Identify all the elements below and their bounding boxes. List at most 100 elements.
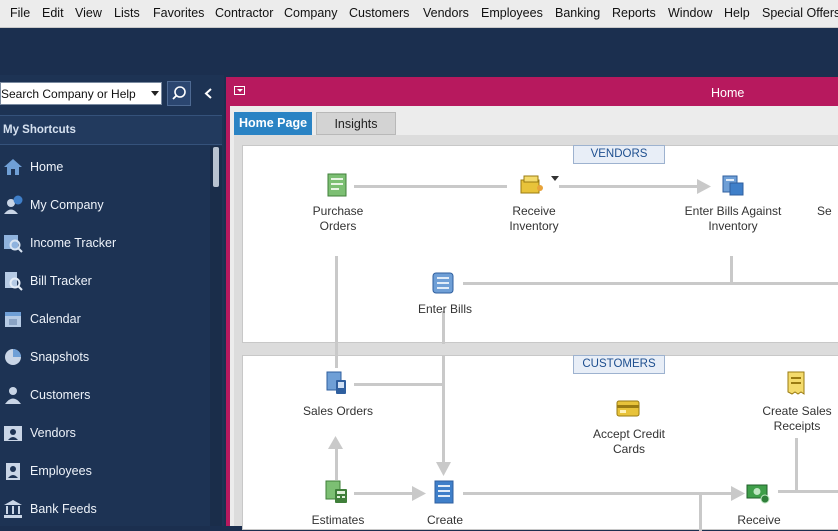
tab-strip: Home Page Insights VENDORS Purchase Orde… xyxy=(230,106,838,531)
shortcut-label: My Company xyxy=(30,198,104,212)
my-shortcuts-label: My Shortcuts xyxy=(3,124,76,136)
dropdown-arrow-icon[interactable] xyxy=(551,176,559,181)
flow-arrow xyxy=(730,256,733,284)
credit-card-icon[interactable] xyxy=(616,396,640,420)
shortcut-label: Employees xyxy=(30,464,92,478)
flow-arrow xyxy=(463,282,838,285)
menu-reports[interactable]: Reports xyxy=(612,6,656,20)
shortcut-label: Income Tracker xyxy=(30,236,117,250)
shortcut-label: Vendors xyxy=(30,426,76,440)
accept-credit-cards-label[interactable]: Accept Credit Cards xyxy=(579,427,679,457)
shortcut-label: Snapshots xyxy=(30,350,90,364)
menu-employees[interactable]: Employees xyxy=(481,6,543,20)
person-icon xyxy=(5,387,21,404)
receive-inventory-icon[interactable] xyxy=(520,173,544,197)
menu-help[interactable]: Help xyxy=(724,6,750,20)
search-icon xyxy=(172,86,186,100)
menu-edit[interactable]: Edit xyxy=(42,6,64,20)
arrow-head-icon xyxy=(731,486,745,501)
create-sales-receipts-label[interactable]: Create Sales Receipts xyxy=(753,404,838,434)
shortcut-bank-feeds[interactable]: Bank Feeds xyxy=(0,489,210,527)
pie-chart-icon xyxy=(5,349,21,365)
flow-arrow xyxy=(354,383,444,386)
flow-arrow xyxy=(699,493,702,531)
calendar-icon xyxy=(5,312,21,327)
vendors-panel: VENDORS Purchase Orders Receive Inventor… xyxy=(242,145,838,344)
vendors-header: VENDORS xyxy=(573,145,665,164)
menu-view[interactable]: View xyxy=(75,6,102,20)
sales-receipt-icon[interactable] xyxy=(784,371,808,395)
collapse-sidebar-button[interactable] xyxy=(198,81,220,106)
icon-bar-area xyxy=(0,28,838,75)
chevron-left-icon xyxy=(204,88,212,99)
flow-arrow xyxy=(559,185,699,188)
arrow-head-icon xyxy=(436,462,451,476)
menu-favorites[interactable]: Favorites xyxy=(153,6,204,20)
shortcut-customers[interactable]: Customers xyxy=(0,375,210,413)
sales-orders-icon[interactable] xyxy=(325,371,349,395)
receive-inventory-label[interactable]: Receive Inventory xyxy=(489,204,579,234)
shortcut-snapshots[interactable]: Snapshots xyxy=(0,337,210,375)
menu-lists[interactable]: Lists xyxy=(114,6,140,20)
flow-arrow xyxy=(778,490,838,493)
purchase-orders-label[interactable]: Purchase Orders xyxy=(295,204,381,234)
sidebar-scrollbar[interactable] xyxy=(210,146,222,526)
enter-bills-label[interactable]: Enter Bills xyxy=(403,302,487,317)
window-title: Home xyxy=(711,86,745,100)
home-icon xyxy=(4,159,22,175)
flow-arrow xyxy=(335,444,338,480)
enter-bills-against-inventory-icon[interactable] xyxy=(720,173,744,197)
customers-panel: CUSTOMERS Sales Orders Accept Credit Car… xyxy=(242,256,838,531)
arrow-head-icon xyxy=(328,436,343,449)
shortcut-label: Calendar xyxy=(30,312,81,326)
estimates-icon[interactable] xyxy=(325,480,349,504)
enter-bills-against-inventory-label[interactable]: Enter Bills Against Inventory xyxy=(683,204,783,234)
window-menu-icon[interactable] xyxy=(234,86,245,95)
arrow-head-icon xyxy=(412,486,426,501)
menu-banking[interactable]: Banking xyxy=(555,6,600,20)
flow-arrow xyxy=(442,356,445,464)
shortcut-vendors[interactable]: Vendors xyxy=(0,413,210,451)
shortcut-income-tracker[interactable]: Income Tracker xyxy=(0,223,210,261)
search-box[interactable] xyxy=(0,82,162,105)
menu-contractor[interactable]: Contractor xyxy=(215,6,273,20)
truncated-vendor-label[interactable]: Se xyxy=(817,204,838,219)
menu-customers[interactable]: Customers xyxy=(349,6,409,20)
sidebar-scroll-thumb[interactable] xyxy=(213,147,219,187)
flow-arrow xyxy=(354,492,414,495)
search-input[interactable] xyxy=(1,83,141,103)
enter-bills-icon[interactable] xyxy=(431,271,455,295)
sales-orders-label[interactable]: Sales Orders xyxy=(295,404,381,419)
purchase-orders-icon[interactable] xyxy=(325,173,349,197)
menu-vendors[interactable]: Vendors xyxy=(423,6,469,20)
shortcut-home[interactable]: Home xyxy=(0,147,210,185)
create-invoices-icon[interactable] xyxy=(432,480,456,504)
menu-special-offers[interactable]: Special Offers xyxy=(762,6,838,20)
menu-window[interactable]: Window xyxy=(668,6,712,20)
menu-bar: File Edit View Lists Favorites Contracto… xyxy=(0,0,838,28)
home-window: Home Home Page Insights VENDORS Purchase… xyxy=(226,77,838,531)
bank-icon xyxy=(4,500,22,518)
shortcut-label: Customers xyxy=(30,388,91,402)
tab-home-page[interactable]: Home Page xyxy=(234,112,312,135)
employee-icon xyxy=(6,463,20,480)
tab-insights[interactable]: Insights xyxy=(316,112,396,135)
shortcut-my-company[interactable]: My Company xyxy=(0,185,210,223)
shortcut-label: Bank Feeds xyxy=(30,502,97,516)
search-dropdown-icon[interactable] xyxy=(151,91,159,96)
home-page-content: VENDORS Purchase Orders Receive Inventor… xyxy=(234,135,838,531)
arrow-head-icon xyxy=(697,179,711,194)
shortcut-label: Home xyxy=(30,160,64,174)
receive-payments-icon[interactable] xyxy=(746,480,770,504)
shortcut-bill-tracker[interactable]: Bill Tracker xyxy=(0,261,210,299)
my-shortcuts-header: My Shortcuts xyxy=(0,115,222,145)
vendor-card-icon xyxy=(4,426,22,441)
customers-header: CUSTOMERS xyxy=(573,355,665,374)
menu-company[interactable]: Company xyxy=(284,6,338,20)
shortcut-employees[interactable]: Employees xyxy=(0,451,210,489)
income-tracker-icon xyxy=(4,235,23,253)
shortcut-calendar[interactable]: Calendar xyxy=(0,299,210,337)
menu-file[interactable]: File xyxy=(10,6,30,20)
my-company-icon xyxy=(4,195,23,214)
search-button[interactable] xyxy=(167,81,191,106)
